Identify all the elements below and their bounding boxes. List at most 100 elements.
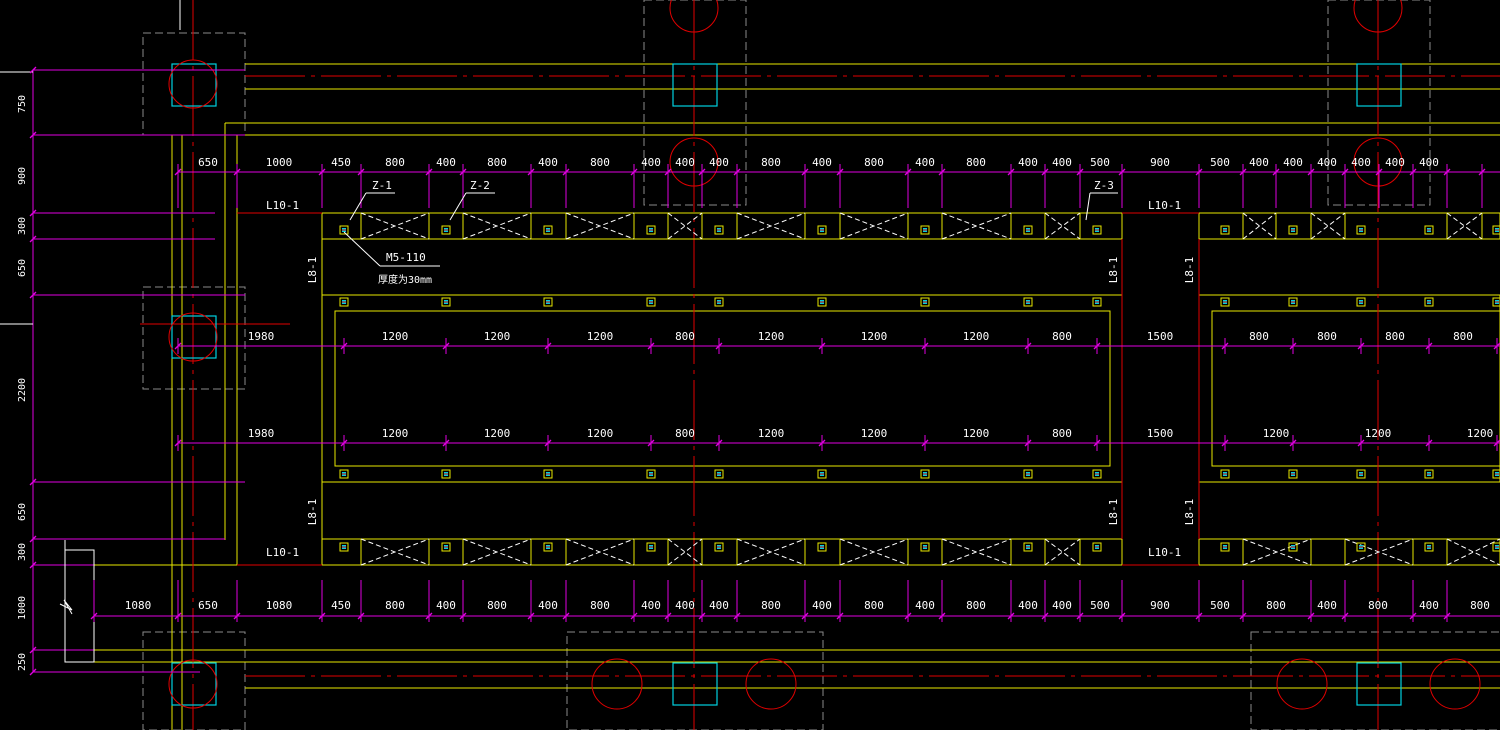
dim-text: 800 [1052, 330, 1072, 343]
dim-text: 400 [709, 156, 729, 169]
dim-text: 900 [1150, 599, 1170, 612]
dim-text: 450 [331, 599, 351, 612]
pile-marker [1023, 469, 1033, 479]
annotation-labels: L10-1 L10-1 L10-1 L10-1 L8-1 L8-1 L8-1 L… [266, 179, 1196, 559]
callout-note: 厚度为30mm [378, 273, 432, 286]
pile-marker [543, 297, 553, 307]
callout-label-z1: Z-1 [372, 179, 392, 192]
dim-text: 1200 [1263, 427, 1290, 440]
dim-text: 800 [675, 427, 695, 440]
pile-marker [1356, 469, 1366, 479]
pile-marker [714, 225, 724, 235]
dim-text: 1080 [125, 599, 152, 612]
beam-label: L8-1 [1107, 257, 1120, 284]
beam-label: L8-1 [1183, 257, 1196, 284]
pile-marker [714, 469, 724, 479]
pile-marker [646, 297, 656, 307]
dim-text: 400 [538, 156, 558, 169]
dim-text: 1200 [587, 330, 614, 343]
dim-text: 300 [17, 217, 28, 235]
pile-marker [1492, 542, 1500, 552]
pile-marker [646, 225, 656, 235]
dim-text: 800 [864, 156, 884, 169]
dim-text: 650 [198, 599, 218, 612]
dim-text: 400 [675, 156, 695, 169]
pile-markers [339, 225, 1500, 552]
misc-white-lines [0, 71, 95, 663]
dim-text: 300 [17, 543, 28, 561]
column-square [672, 662, 718, 706]
pile-marker [646, 542, 656, 552]
dim-text: 800 [1385, 330, 1405, 343]
beam-label: L8-1 [1183, 499, 1196, 526]
pile-marker [817, 225, 827, 235]
dim-text: 250 [17, 653, 28, 671]
dim-text: 1200 [963, 427, 990, 440]
dim-text: 1200 [758, 427, 785, 440]
dim-text: 1200 [758, 330, 785, 343]
dim-text: 1980 [248, 427, 275, 440]
dim-text: 800 [590, 156, 610, 169]
stair-box [1446, 212, 1483, 240]
pile-marker [920, 297, 930, 307]
pile-marker [1023, 297, 1033, 307]
stair-box [1044, 538, 1081, 566]
dim-text: 1200 [1467, 427, 1494, 440]
column-circle [1429, 658, 1481, 710]
dim-text: 1500 [1147, 427, 1174, 440]
pile-marker [920, 542, 930, 552]
pile-marker [1492, 469, 1500, 479]
pile-marker [1092, 297, 1102, 307]
pile-marker [1424, 542, 1434, 552]
dim-text: 400 [915, 599, 935, 612]
left-dimension-texts: 750 900 300 650 2200 650 300 1000 250 [17, 95, 28, 671]
row1-dimension-texts: 1980 1200 1200 1200 800 1200 1200 1200 8… [248, 330, 1473, 343]
dim-text: 800 [590, 599, 610, 612]
pile-marker [1492, 225, 1500, 235]
dim-text: 800 [1453, 330, 1473, 343]
dim-text: 400 [1052, 599, 1072, 612]
dim-text: 800 [1249, 330, 1269, 343]
pile-marker [1424, 469, 1434, 479]
dim-text: 400 [538, 599, 558, 612]
dim-text: 1200 [963, 330, 990, 343]
column-square [1356, 662, 1402, 706]
column-square [1356, 63, 1402, 107]
dim-text: 500 [1210, 156, 1230, 169]
column-square [171, 662, 217, 706]
callout-label-mortar: M5-110 [386, 251, 426, 264]
column-square [171, 315, 217, 359]
pile-marker [920, 469, 930, 479]
dim-text: 1000 [17, 596, 28, 620]
dim-text: 400 [675, 599, 695, 612]
pile-marker [1023, 542, 1033, 552]
dim-text: 500 [1090, 156, 1110, 169]
dim-text: 650 [198, 156, 218, 169]
dim-text: 800 [385, 156, 405, 169]
dim-text: 400 [1018, 156, 1038, 169]
dim-text: 800 [966, 599, 986, 612]
dim-text: 400 [709, 599, 729, 612]
pile-marker [1023, 225, 1033, 235]
dim-text: 500 [1090, 599, 1110, 612]
pile-marker [817, 297, 827, 307]
pile-marker [1092, 469, 1102, 479]
dim-text: 800 [1368, 599, 1388, 612]
dim-text: 800 [675, 330, 695, 343]
beam-label: L10-1 [266, 199, 299, 212]
bottom-dimension-texts: 1080 650 1080 450 800 400 800 400 800 40… [125, 599, 1490, 612]
dim-text: 800 [385, 599, 405, 612]
beam-label: L10-1 [266, 546, 299, 559]
dim-text: 400 [812, 599, 832, 612]
pile-marker [441, 297, 451, 307]
pile-marker [817, 469, 827, 479]
dim-text: 1080 [266, 599, 293, 612]
dim-text: 800 [487, 599, 507, 612]
pile-marker [920, 225, 930, 235]
dim-text: 400 [1018, 599, 1038, 612]
dim-text: 400 [1052, 156, 1072, 169]
foundation-pad [142, 286, 246, 390]
beam-label: L10-1 [1148, 199, 1181, 212]
dim-text: 400 [1317, 156, 1337, 169]
column-square [672, 63, 718, 107]
